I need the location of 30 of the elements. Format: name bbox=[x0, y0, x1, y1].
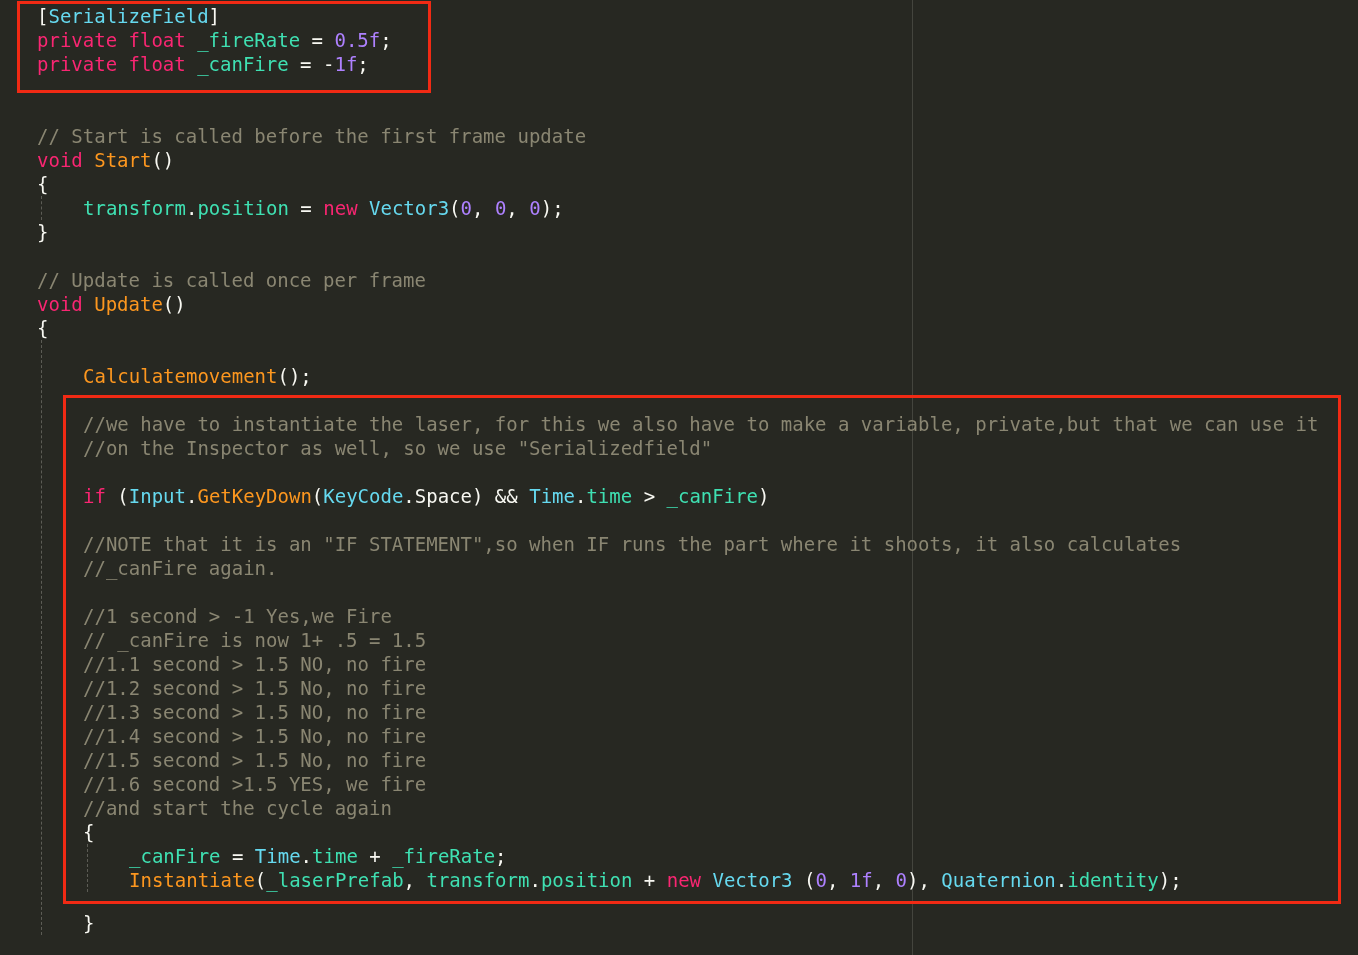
code-line: private float _fireRate = 0.5f; bbox=[37, 28, 392, 52]
code-line: { bbox=[37, 172, 49, 196]
code-line: void Start() bbox=[37, 148, 175, 172]
code-line: //1.1 second > 1.5 NO, no fire bbox=[83, 652, 427, 676]
code-line: if (Input.GetKeyDown(KeyCode.Space) && Time.time > _canFire) bbox=[83, 484, 770, 508]
code-line: //1.6 second >1.5 YES, we fire bbox=[83, 772, 427, 796]
code-line: //NOTE that it is an "IF STATEMENT",so when IF runs the part where it shoots, it also calculates bbox=[83, 532, 1182, 556]
code-line: void Update() bbox=[37, 292, 186, 316]
code-line: // Start is called before the first frame update bbox=[37, 124, 587, 148]
code-line: { bbox=[83, 820, 95, 844]
code-line: } bbox=[37, 220, 49, 244]
code-line: [SerializeField] bbox=[37, 4, 221, 28]
code-line: //1 second > -1 Yes,we Fire bbox=[83, 604, 392, 628]
code-line: //_canFire again. bbox=[83, 556, 278, 580]
code-line: //1.5 second > 1.5 No, no fire bbox=[83, 748, 427, 772]
code-line: { bbox=[37, 316, 49, 340]
code-line: //1.4 second > 1.5 No, no fire bbox=[83, 724, 427, 748]
code-line: } bbox=[83, 911, 95, 935]
code-line: _canFire = Time.time + _fireRate; bbox=[129, 844, 507, 868]
code-line: transform.position = new Vector3(0, 0, 0); bbox=[83, 196, 564, 220]
code-line: //1.3 second > 1.5 NO, no fire bbox=[83, 700, 427, 724]
code-line: Calculatemovement(); bbox=[83, 364, 312, 388]
code-line: private float _canFire = -1f; bbox=[37, 52, 369, 76]
code-line: //1.2 second > 1.5 No, no fire bbox=[83, 676, 427, 700]
code-line: //we have to instantiate the laser, for this we also have to make a variable, private,but that we can use it bbox=[83, 412, 1319, 436]
code-line: //on the Inspector as well, so we use "Serializedfield" bbox=[83, 436, 713, 460]
code-line: //and start the cycle again bbox=[83, 796, 392, 820]
code-line: Instantiate(_laserPrefab, transform.position + new Vector3 (0, 1f, 0), Quaternion.identity); bbox=[129, 868, 1182, 892]
code-line: // _canFire is now 1+ .5 = 1.5 bbox=[83, 628, 427, 652]
code-line: // Update is called once per frame bbox=[37, 268, 426, 292]
